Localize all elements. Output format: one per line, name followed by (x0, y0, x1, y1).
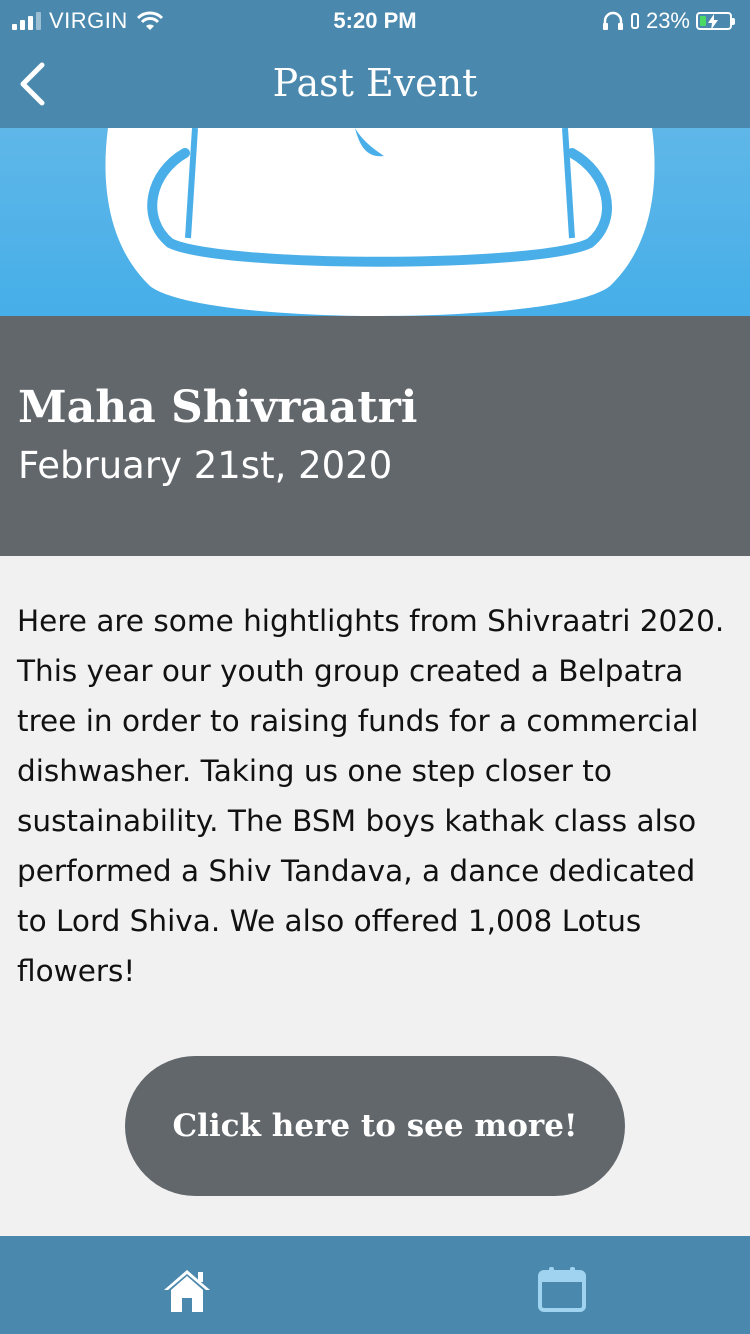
status-bar: VIRGIN 5:20 PM 23% (0, 0, 750, 40)
screen: VIRGIN 5:20 PM 23% Past Event Maha Shivr… (0, 0, 750, 1334)
status-right: 23% (602, 8, 735, 34)
tab-bar (0, 1236, 750, 1334)
top-bar: VIRGIN 5:20 PM 23% Past Event (0, 0, 750, 128)
headphones-icon (602, 11, 623, 30)
battery-fill (700, 16, 707, 26)
see-more-button[interactable]: Click here to see more! (125, 1056, 625, 1196)
tab-calendar[interactable] (532, 1260, 592, 1320)
orientation-lock-icon (630, 13, 639, 29)
event-header: Maha Shivraatri February 21st, 2020 (0, 316, 750, 556)
event-hero-image (0, 128, 750, 316)
tab-home[interactable] (157, 1260, 217, 1320)
event-date: February 21st, 2020 (18, 444, 393, 487)
charging-bolt-icon (708, 14, 718, 30)
battery-percent: 23% (645, 8, 690, 33)
page-title: Past Event (272, 61, 478, 105)
home-icon (164, 1270, 210, 1312)
event-description: Here are some hightlights from Shivraatr… (17, 604, 725, 988)
battery-icon (696, 12, 735, 30)
event-title: Maha Shivraatri (18, 382, 418, 433)
event-logo-image (105, 128, 655, 316)
calendar-icon (538, 1267, 586, 1312)
